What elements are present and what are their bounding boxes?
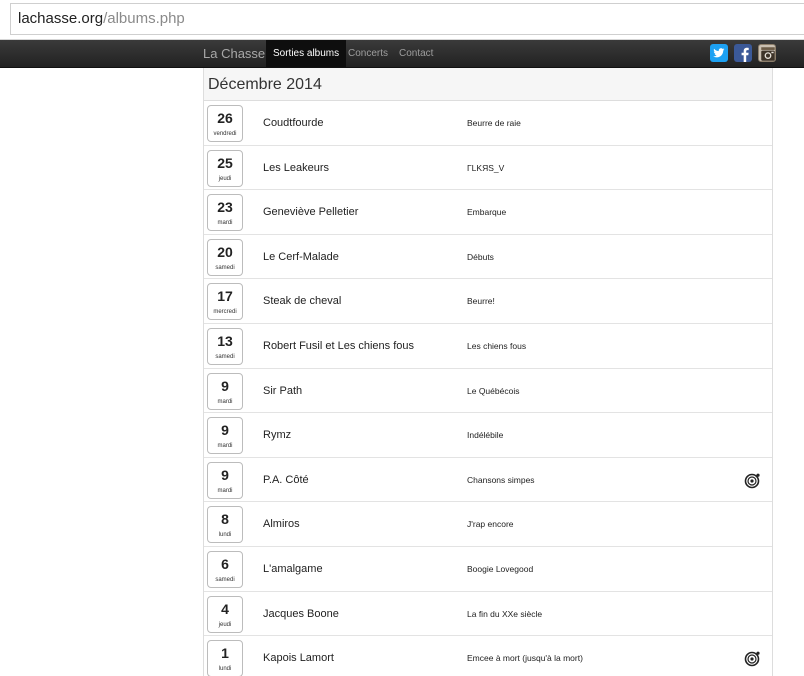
date-badge: 20 samedi [207,238,243,276]
artist-name[interactable]: Geneviève Pelletier [263,190,358,234]
date-badge: 9 mardi [207,461,243,499]
date-weekday: lundi [218,666,232,673]
url-domain: lachasse.org [18,10,104,27]
artist-name[interactable]: L'amalgame [263,547,323,591]
vinyl-record-icon [744,650,761,667]
date-weekday: mardi [217,487,233,494]
date-day: 9 [221,377,229,394]
date-day: 20 [217,243,233,260]
album-title[interactable]: Chansons simpes [467,458,535,502]
album-row[interactable]: 9 mardi Rymz Indélébile [204,413,772,458]
album-title[interactable]: Les chiens fous [467,324,526,368]
date-day: 8 [221,511,229,528]
album-title[interactable]: ΓLKЯS_V [467,146,504,190]
date-weekday: mardi [217,443,233,450]
date-weekday: mardi [217,398,233,405]
date-day: 17 [217,288,233,305]
album-row[interactable]: 1 lundi Kapois Lamort Emcee à mort (jusqu'à… [204,636,772,676]
album-row[interactable]: 23 mardi Geneviève Pelletier Embarque [204,190,772,235]
artist-name[interactable]: Coudtfourde [263,101,324,145]
albums-list: Décembre 2014 26 vendredi Coudtfourde Beurr… [203,68,773,676]
site-brand-link[interactable]: La Chasse [203,40,265,67]
date-badge: 13 samedi [207,327,243,365]
nav-contact[interactable]: Contact [392,40,440,67]
date-weekday: jeudi [218,175,232,182]
facebook-icon[interactable] [734,44,752,62]
date-day: 4 [221,600,229,617]
album-row[interactable]: 20 samedi Le Cerf-Malade Débuts [204,235,772,280]
browser-address-bar: lachasse.org/albums.php [0,0,804,40]
date-weekday: samedi [215,353,235,360]
artist-name[interactable]: Kapois Lamort [263,636,334,676]
artist-name[interactable]: Jacques Boone [263,592,339,636]
nav-sorties-albums[interactable]: Sorties albums [266,40,347,67]
date-badge: 4 jeudi [207,595,243,633]
date-day: 9 [221,466,229,483]
artist-name[interactable]: P.A. Côté [263,458,309,502]
album-row[interactable]: 25 jeudi Les Leakeurs ΓLKЯS_V [204,146,772,191]
date-badge: 9 mardi [207,372,243,410]
artist-name[interactable]: Sir Path [263,369,302,413]
vinyl-record-icon [744,472,761,489]
artist-name[interactable]: Almiros [263,502,300,546]
album-row[interactable]: 4 jeudi Jacques Boone La fin du XXe siècle [204,592,772,637]
album-title[interactable]: Beurre! [467,279,495,323]
artist-name[interactable]: Rymz [263,413,291,457]
url-field[interactable]: lachasse.org/albums.php [10,3,804,35]
album-title[interactable]: J'rap encore [467,502,514,546]
artist-name[interactable]: Le Cerf-Malade [263,235,339,279]
date-badge: 23 mardi [207,194,243,232]
url-path: /albums.php [103,10,185,27]
artist-name[interactable]: Steak de cheval [263,279,341,323]
date-badge: 17 mercredi [207,283,243,321]
site-navbar: La Chasse Sorties albums Concerts Contac… [0,40,804,68]
date-badge: 6 samedi [207,550,243,588]
date-weekday: lundi [218,532,232,539]
date-weekday: jeudi [218,621,232,628]
album-title[interactable]: Embarque [467,190,506,234]
date-badge: 1 lundi [207,640,243,676]
twitter-icon[interactable] [710,44,728,62]
date-day: 6 [221,555,229,572]
album-title[interactable]: Beurre de raie [467,101,521,145]
date-day: 13 [217,332,233,349]
album-title[interactable]: Indélébile [467,413,503,457]
artist-name[interactable]: Les Leakeurs [263,146,329,190]
album-row[interactable]: 8 lundi Almiros J'rap encore [204,502,772,547]
album-row[interactable]: 9 mardi P.A. Côté Chansons simpes [204,458,772,503]
date-weekday: vendredi [213,131,237,137]
album-row[interactable]: 9 mardi Sir Path Le Québécois [204,369,772,414]
date-weekday: samedi [215,576,235,583]
album-row[interactable]: 26 vendredi Coudtfourde Beurre de raie [204,101,772,146]
artist-name[interactable]: Robert Fusil et Les chiens fous [263,324,414,368]
album-row[interactable]: 17 mercredi Steak de cheval Beurre! [204,279,772,324]
date-weekday: samedi [215,264,235,271]
album-rows: 26 vendredi Coudtfourde Beurre de raie 25 jeu… [204,101,772,676]
instagram-icon[interactable] [758,44,776,62]
date-weekday: mardi [217,220,233,227]
album-title[interactable]: Emcee à mort (jusqu'à la mort) [467,636,583,676]
date-day: 23 [217,199,233,216]
album-title[interactable]: Le Québécois [467,369,519,413]
date-badge: 9 mardi [207,417,243,455]
month-heading: Décembre 2014 [204,68,772,101]
album-title[interactable]: Boogie Lovegood [467,547,533,591]
album-row[interactable]: 6 samedi L'amalgame Boogie Lovegood [204,547,772,592]
date-day: 9 [221,422,229,439]
date-badge: 25 jeudi [207,149,243,187]
date-badge: 8 lundi [207,506,243,544]
album-title[interactable]: La fin du XXe siècle [467,592,542,636]
album-title[interactable]: Débuts [467,235,494,279]
date-badge: 26 vendredi [207,105,243,142]
nav-concerts[interactable]: Concerts [341,40,395,67]
album-row[interactable]: 13 samedi Robert Fusil et Les chiens fous L… [204,324,772,369]
date-weekday: mercredi [213,309,237,316]
date-day: 1 [221,645,229,662]
date-day: 25 [217,154,233,171]
date-day: 26 [217,110,233,126]
